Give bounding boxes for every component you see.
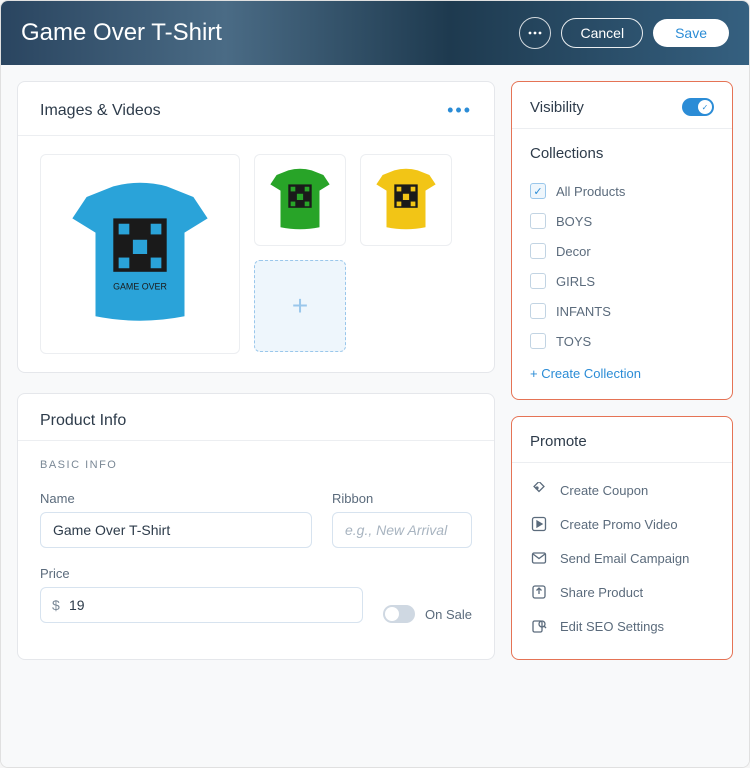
currency-symbol: $ bbox=[52, 597, 60, 613]
product-main-image[interactable]: GAME OVER bbox=[40, 154, 240, 354]
tshirt-blue-icon: GAME OVER bbox=[51, 165, 229, 343]
promote-item[interactable]: Create Promo Video bbox=[530, 507, 714, 541]
promote-label: Edit SEO Settings bbox=[560, 619, 664, 634]
name-input[interactable] bbox=[40, 512, 312, 548]
visibility-title: Visibility bbox=[530, 99, 584, 116]
svg-text:GAME OVER: GAME OVER bbox=[113, 282, 167, 292]
create-collection-link[interactable]: + Create Collection bbox=[530, 366, 641, 381]
plus-icon: + bbox=[292, 290, 308, 322]
collection-label: All Products bbox=[556, 184, 625, 199]
name-label: Name bbox=[40, 491, 312, 506]
product-thumb-1[interactable] bbox=[254, 154, 346, 246]
checkbox[interactable] bbox=[530, 333, 546, 349]
save-button[interactable]: Save bbox=[653, 19, 729, 47]
promote-card: Promote Create Coupon Create Promo Video S… bbox=[511, 416, 733, 660]
collection-label: TOYS bbox=[556, 334, 591, 349]
collection-item[interactable]: All Products bbox=[530, 176, 714, 206]
collection-label: INFANTS bbox=[556, 304, 611, 319]
collection-item[interactable]: INFANTS bbox=[530, 296, 714, 326]
checkbox[interactable] bbox=[530, 213, 546, 229]
tshirt-yellow-icon bbox=[367, 161, 445, 239]
share-icon bbox=[530, 583, 548, 601]
play-icon bbox=[530, 515, 548, 533]
collection-item[interactable]: Decor bbox=[530, 236, 714, 266]
promote-label: Create Promo Video bbox=[560, 517, 678, 532]
promote-item[interactable]: Edit SEO Settings bbox=[530, 609, 714, 643]
checkbox[interactable] bbox=[530, 273, 546, 289]
product-info-card: Product Info BASIC INFO Name Ribbon bbox=[17, 393, 495, 660]
ribbon-input[interactable] bbox=[332, 512, 472, 548]
mail-icon bbox=[530, 549, 548, 567]
visibility-toggle[interactable]: ✓ bbox=[682, 98, 714, 116]
on-sale-toggle[interactable] bbox=[383, 605, 415, 623]
add-image-button[interactable]: + bbox=[254, 260, 346, 352]
header-actions: Cancel Save bbox=[519, 17, 729, 49]
collection-label: GIRLS bbox=[556, 274, 595, 289]
cancel-button[interactable]: Cancel bbox=[561, 18, 643, 48]
collection-label: Decor bbox=[556, 244, 591, 259]
promote-item[interactable]: Send Email Campaign bbox=[530, 541, 714, 575]
checkbox[interactable] bbox=[530, 303, 546, 319]
promote-item[interactable]: Share Product bbox=[530, 575, 714, 609]
images-title: Images & Videos bbox=[40, 102, 161, 120]
product-info-title: Product Info bbox=[40, 412, 126, 430]
checkbox[interactable] bbox=[530, 243, 546, 259]
tag-icon bbox=[530, 481, 548, 499]
basic-info-label: BASIC INFO bbox=[40, 459, 472, 471]
visibility-card: Visibility ✓ Collections All Products BOY… bbox=[511, 81, 733, 400]
ribbon-label: Ribbon bbox=[332, 491, 472, 506]
more-options-button[interactable] bbox=[519, 17, 551, 49]
collections-title: Collections bbox=[530, 145, 714, 162]
page-title: Game Over T-Shirt bbox=[21, 19, 222, 47]
promote-label: Share Product bbox=[560, 585, 643, 600]
promote-label: Send Email Campaign bbox=[560, 551, 689, 566]
check-icon: ✓ bbox=[702, 103, 709, 112]
images-videos-card: Images & Videos ••• bbox=[17, 81, 495, 373]
collection-item[interactable]: BOYS bbox=[530, 206, 714, 236]
price-label: Price bbox=[40, 566, 363, 581]
collection-item[interactable]: GIRLS bbox=[530, 266, 714, 296]
images-menu-button[interactable]: ••• bbox=[447, 100, 472, 121]
checkbox[interactable] bbox=[530, 183, 546, 199]
dots-icon bbox=[528, 31, 542, 35]
seo-icon bbox=[530, 617, 548, 635]
price-input[interactable] bbox=[40, 587, 363, 623]
collection-label: BOYS bbox=[556, 214, 592, 229]
promote-title: Promote bbox=[530, 433, 714, 462]
product-header: Game Over T-Shirt Cancel Save bbox=[1, 1, 749, 65]
tshirt-green-icon bbox=[261, 161, 339, 239]
collection-item[interactable]: TOYS bbox=[530, 326, 714, 356]
promote-item[interactable]: Create Coupon bbox=[530, 473, 714, 507]
on-sale-label: On Sale bbox=[425, 607, 472, 622]
promote-label: Create Coupon bbox=[560, 483, 648, 498]
product-thumb-2[interactable] bbox=[360, 154, 452, 246]
